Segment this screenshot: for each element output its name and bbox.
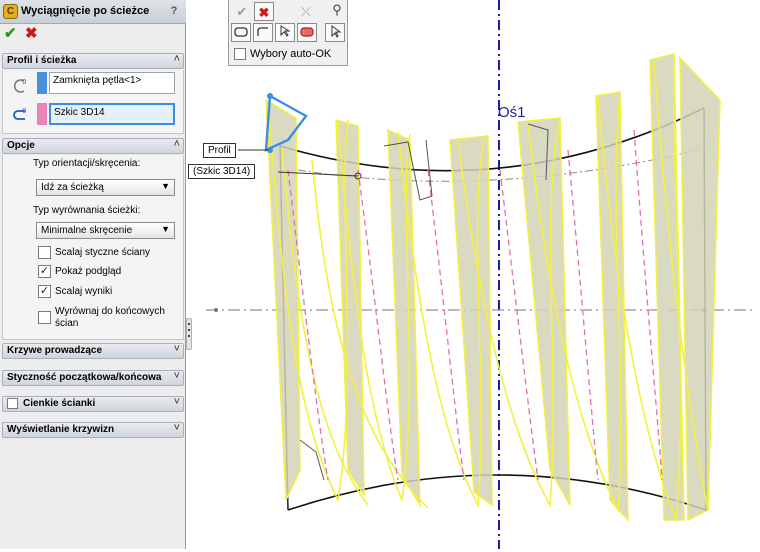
feature-title: Wyciągnięcie po ścieżce	[21, 5, 150, 17]
expand-icon: ˅	[173, 343, 180, 355]
select-open-loop-button[interactable]	[253, 23, 273, 42]
axis-label: Oś1	[498, 104, 526, 121]
selection-toolbar: ✔ ✖ ⤫ ⚲ Wybory auto-OK	[228, 0, 348, 66]
closed-loop-icon	[300, 27, 314, 37]
path-icon: 0	[9, 106, 29, 126]
collapse-icon: ˄	[173, 138, 180, 150]
ok-button[interactable]: ✔	[4, 26, 17, 42]
path-selection-field[interactable]: Szkic 3D14	[49, 103, 175, 125]
callout-path[interactable]: (Szkic 3D14)	[188, 164, 256, 179]
checkmark-icon: ✔	[4, 25, 17, 42]
callout-profile[interactable]: Profil	[203, 143, 236, 158]
expand-icon: ˅	[173, 396, 180, 408]
auto-ok-checkbox[interactable]	[234, 48, 246, 60]
svg-text:0: 0	[22, 78, 26, 86]
checkmark-icon: ✔	[236, 4, 248, 19]
show-preview-checkbox[interactable]: ✓	[38, 265, 51, 278]
alignment-dropdown[interactable]: Minimalne skręcenie ▼	[36, 222, 175, 239]
pointer-icon	[331, 25, 342, 38]
x-icon: ✖	[25, 25, 38, 42]
x-icon: ✖	[258, 5, 270, 20]
merge-tangent-faces-label: Scalaj styczne ściany	[55, 247, 151, 258]
section-profile-path: 0 Zamknięta pętla<1> 0 Szkic 3D14	[2, 70, 184, 134]
merge-tangent-faces-checkbox[interactable]	[38, 246, 51, 259]
sweep-preview-model	[206, 0, 756, 549]
align-end-faces-label: Wyrównaj do końcowych ścian	[55, 306, 165, 329]
auto-ok-label: Wybory auto-OK	[250, 48, 332, 60]
graphics-viewport[interactable]: Oś1 Profil (Szkic 3D14)	[188, 0, 760, 549]
select-pointer-button[interactable]	[325, 23, 345, 42]
section-options-header[interactable]: Opcje ˄	[2, 138, 184, 154]
section-profile-path-header[interactable]: Profil i ścieżka ˄	[2, 53, 184, 69]
open-loop-icon	[257, 27, 268, 36]
section-guide-curves-header[interactable]: Krzywe prowadzące ˅	[2, 343, 184, 359]
profile-selection-field[interactable]: Zamknięta pętla<1>	[49, 72, 175, 94]
orientation-label: Typ orientacji/skręcenia:	[33, 158, 141, 169]
orientation-dropdown[interactable]: Idź za ścieżką ▼	[36, 179, 175, 196]
merge-result-label: Scalaj wyniki	[55, 286, 113, 297]
profile-icon: 0	[9, 77, 29, 97]
toolbar-cancel-button[interactable]: ✖	[254, 2, 274, 21]
region-icon	[234, 27, 248, 37]
help-button[interactable]: ?	[166, 3, 182, 20]
clear-selection-icon: ⤫	[300, 4, 312, 19]
dropdown-arrow-icon: ▼	[161, 181, 170, 191]
sweep-cut-icon: C	[3, 4, 18, 19]
path-color-swatch	[37, 103, 47, 125]
merge-result-checkbox[interactable]: ✓	[38, 285, 51, 298]
pin-button[interactable]: ⚲	[327, 0, 347, 19]
show-preview-label: Pokaż podgląd	[55, 266, 122, 277]
group-select-icon	[280, 25, 291, 37]
select-region-button[interactable]	[231, 23, 251, 42]
expand-icon: ˅	[173, 422, 180, 434]
expand-icon: ˅	[173, 370, 180, 382]
select-pointer-group-button[interactable]	[275, 23, 295, 42]
feature-title-bar: C Wyciągnięcie po ścieżce ?	[0, 0, 186, 24]
align-end-faces-checkbox[interactable]	[38, 311, 51, 324]
collapse-icon: ˄	[173, 53, 180, 65]
profile-color-swatch	[37, 72, 47, 94]
section-options: Typ orientacji/skręcenia: Idź za ścieżką…	[2, 155, 184, 340]
section-thin-feature-header[interactable]: Cienkie ścianki ˅	[2, 396, 184, 412]
select-closed-loop-button[interactable]	[297, 23, 317, 42]
clear-selection-button[interactable]: ⤫	[296, 2, 316, 21]
section-curvature-display-header[interactable]: Wyświetlanie krzywizn ˅	[2, 422, 184, 438]
alignment-label: Typ wyrównania ścieżki:	[33, 205, 141, 216]
pin-icon: ⚲	[332, 2, 342, 17]
cancel-button[interactable]: ✖	[25, 26, 38, 42]
dropdown-arrow-icon: ▼	[161, 224, 170, 234]
section-tangency-header[interactable]: Styczność początkowa/końcowa ˅	[2, 370, 184, 386]
svg-text:0: 0	[22, 107, 26, 115]
thin-feature-checkbox[interactable]	[7, 398, 18, 409]
toolbar-ok-button[interactable]: ✔	[232, 2, 252, 21]
property-manager: C Wyciągnięcie po ścieżce ? ✔ ✖ Profil i…	[0, 0, 186, 549]
